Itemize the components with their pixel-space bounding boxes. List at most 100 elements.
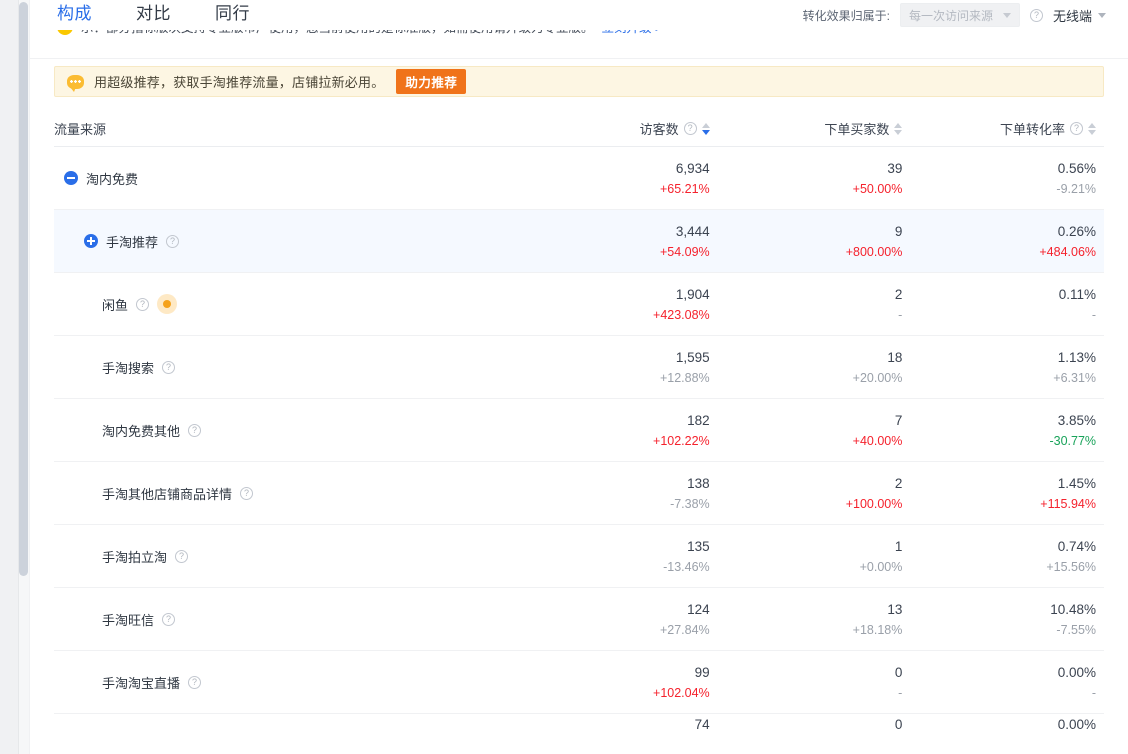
partial-row-visitors: 74 [524, 715, 717, 734]
tab-bar: 构成 对比 同行 [30, 0, 250, 33]
row-visitors-cell: 6,934 +65.21% [524, 159, 717, 198]
row-buyers-value: 1 [894, 538, 903, 554]
tab-peers[interactable]: 同行 [215, 0, 250, 31]
row-source-cell: 手淘淘宝直播? [54, 673, 524, 692]
row-visitors-value: 138 [687, 475, 710, 491]
conversion-sort-toggle[interactable] [1088, 122, 1097, 135]
row-conversion-value: 1.13% [1057, 349, 1097, 365]
row-visitors-delta: +65.21% [659, 181, 710, 196]
row-source-label: 淘内免费其他 [102, 423, 181, 439]
row-visitors-value: 135 [687, 538, 710, 554]
top-bar-controls: 转化效果归属于: 每一次访问来源 ? 无线端 [803, 0, 1128, 30]
chevron-down-icon [1002, 12, 1011, 18]
row-buyers-delta: +100.00% [845, 496, 903, 511]
row-buyers-cell: 2 +100.00% [717, 474, 911, 513]
promo-cta-button[interactable]: 助力推荐 [396, 69, 467, 94]
row-help-icon[interactable]: ? [188, 423, 202, 437]
upgrade-link[interactable]: 立刻升级 > [602, 30, 663, 36]
row-visitors-cell: 138 -7.38% [524, 474, 717, 513]
row-conversion-delta: -7.55% [1056, 622, 1097, 637]
row-name-wrap: 淘内免费其他? [54, 421, 202, 440]
row-buyers-cell: 2- [717, 285, 911, 324]
row-source-cell: 手淘旺信? [54, 610, 524, 629]
row-conversion-delta: +115.94% [1040, 496, 1097, 511]
row-source-cell: 手淘搜索? [54, 358, 524, 377]
row-buyers-value: 9 [894, 223, 903, 239]
tab-comparison[interactable]: 对比 [136, 0, 171, 31]
device-select-value: 无线端 [1052, 8, 1092, 24]
traffic-source-table: 流量来源 访客数 ? 下单买家数 下单转化率 ? 淘内免费 6,934 +65.21 [54, 97, 1104, 734]
row-visitors-cell: 3,444 +54.09% [524, 222, 717, 261]
row-help-icon[interactable]: ? [175, 549, 189, 563]
table-row[interactable]: 手淘旺信? 124 +27.84% 13 +18.18% 10.48% -7.55% [54, 588, 1104, 651]
partial-buyers-value: 0 [894, 716, 903, 732]
row-source-cell: 淘内免费其他? [54, 421, 524, 440]
table-row-partial[interactable]: 74 0 0.00% [54, 714, 1104, 734]
row-help-icon[interactable]: ? [240, 486, 254, 500]
table-row[interactable]: 手淘拍立淘? 135 -13.46% 1 +0.00% 0.74% +15.56% [54, 525, 1104, 588]
new-source-indicator-icon [157, 294, 178, 314]
row-visitors-value: 1,595 [675, 349, 710, 365]
column-header-visitors-label: 访客数 [639, 122, 679, 137]
row-conversion-value: 0.26% [1057, 223, 1097, 239]
visitors-help-icon[interactable]: ? [683, 122, 697, 135]
row-help-icon[interactable]: ? [188, 675, 202, 689]
page-scrollbar-thumb[interactable] [19, 2, 28, 576]
attribution-help-icon[interactable]: ? [1029, 8, 1043, 22]
row-buyers-value: 2 [894, 475, 903, 491]
row-help-icon[interactable]: ? [136, 297, 150, 311]
column-header-conversion-label: 下单转化率 [1000, 122, 1066, 137]
column-header-source-label: 流量来源 [54, 122, 107, 137]
device-select[interactable]: 无线端 [1053, 6, 1106, 25]
table-row[interactable]: 手淘其他店铺商品详情? 138 -7.38% 2 +100.00% 1.45% +115.9… [54, 462, 1104, 525]
table-row[interactable]: 闲鱼? 1,904 +423.08% 2-0.11% - [54, 273, 1104, 336]
row-visitors-cell: 99 +102.04% [524, 663, 717, 702]
tab-composition[interactable]: 构成 [57, 0, 92, 33]
row-buyers-delta: +40.00% [852, 433, 903, 448]
row-name-wrap: 手淘搜索? [54, 358, 176, 377]
table-row[interactable]: 手淘推荐? 3,444 +54.09% 9 +800.00% 0.26% +484.06% [54, 210, 1104, 273]
row-visitors-cell: 182 +102.22% [524, 411, 717, 450]
row-name-wrap: 手淘旺信? [54, 610, 176, 629]
warning-dot-icon [57, 30, 73, 35]
row-visitors-cell: 135 -13.46% [524, 537, 717, 576]
row-source-cell: 闲鱼? [54, 294, 524, 314]
table-row[interactable]: 手淘搜索? 1,595 +12.88% 18 +20.00% 1.13% +6.31% [54, 336, 1104, 399]
row-source-label: 手淘推荐 [106, 234, 159, 250]
row-buyers-delta: +50.00% [852, 181, 903, 196]
row-conversion-cell: 1.13% +6.31% [910, 348, 1104, 387]
row-conversion-value: 0.00% [1057, 664, 1097, 680]
row-conversion-cell: 1.45% +115.94% [910, 474, 1104, 513]
version-notice-text: 示：部分指标版次支持专业版市广使用，您当前使用的是标准版，如需使用请升级为专业版… [81, 30, 594, 36]
row-conversion-cell: 10.48% -7.55% [910, 600, 1104, 639]
expand-row-icon[interactable] [84, 234, 98, 248]
column-header-conversion[interactable]: 下单转化率 ? [910, 119, 1104, 138]
visitors-sort-toggle[interactable] [701, 122, 710, 135]
attribution-select[interactable]: 每一次访问来源 [899, 3, 1020, 27]
buyers-sort-toggle[interactable] [894, 122, 903, 135]
table-row[interactable]: 淘内免费 6,934 +65.21% 39 +50.00% 0.56% -9.21% [54, 147, 1104, 210]
row-buyers-value: 39 [887, 160, 903, 176]
promo-banner: 用超级推荐，获取手淘推荐流量，店铺拉新必用。 助力推荐 [54, 66, 1104, 97]
version-notice-content: 示：部分指标版次支持专业版市广使用，您当前使用的是标准版，如需使用请升级为专业版… [57, 30, 662, 36]
row-conversion-value: 0.74% [1057, 538, 1097, 554]
table-row[interactable]: 淘内免费其他? 182 +102.22% 7 +40.00% 3.85% -30.77% [54, 399, 1104, 462]
conversion-help-icon[interactable]: ? [1070, 122, 1084, 135]
table-row[interactable]: 手淘淘宝直播? 99 +102.04% 0-0.00% - [54, 651, 1104, 714]
row-conversion-delta: -30.77% [1049, 433, 1097, 448]
column-header-source[interactable]: 流量来源 [54, 119, 524, 138]
row-help-icon[interactable]: ? [162, 360, 176, 374]
row-help-icon[interactable]: ? [162, 612, 176, 626]
row-name-wrap: 淘内免费 [54, 169, 138, 188]
column-header-visitors[interactable]: 访客数 ? [524, 119, 717, 138]
row-name-wrap: 手淘淘宝直播? [54, 673, 202, 692]
row-help-icon[interactable]: ? [166, 234, 180, 248]
row-visitors-delta: -13.46% [663, 559, 710, 574]
row-buyers-cell: 13 +18.18% [717, 600, 911, 639]
row-conversion-delta: -9.21% [1056, 181, 1097, 196]
collapse-row-icon[interactable] [64, 171, 78, 185]
partial-visitors-value: 74 [694, 716, 710, 732]
column-header-buyers[interactable]: 下单买家数 [717, 119, 911, 138]
row-name-wrap: 闲鱼? [54, 294, 178, 314]
speech-bubble-icon [67, 74, 84, 92]
